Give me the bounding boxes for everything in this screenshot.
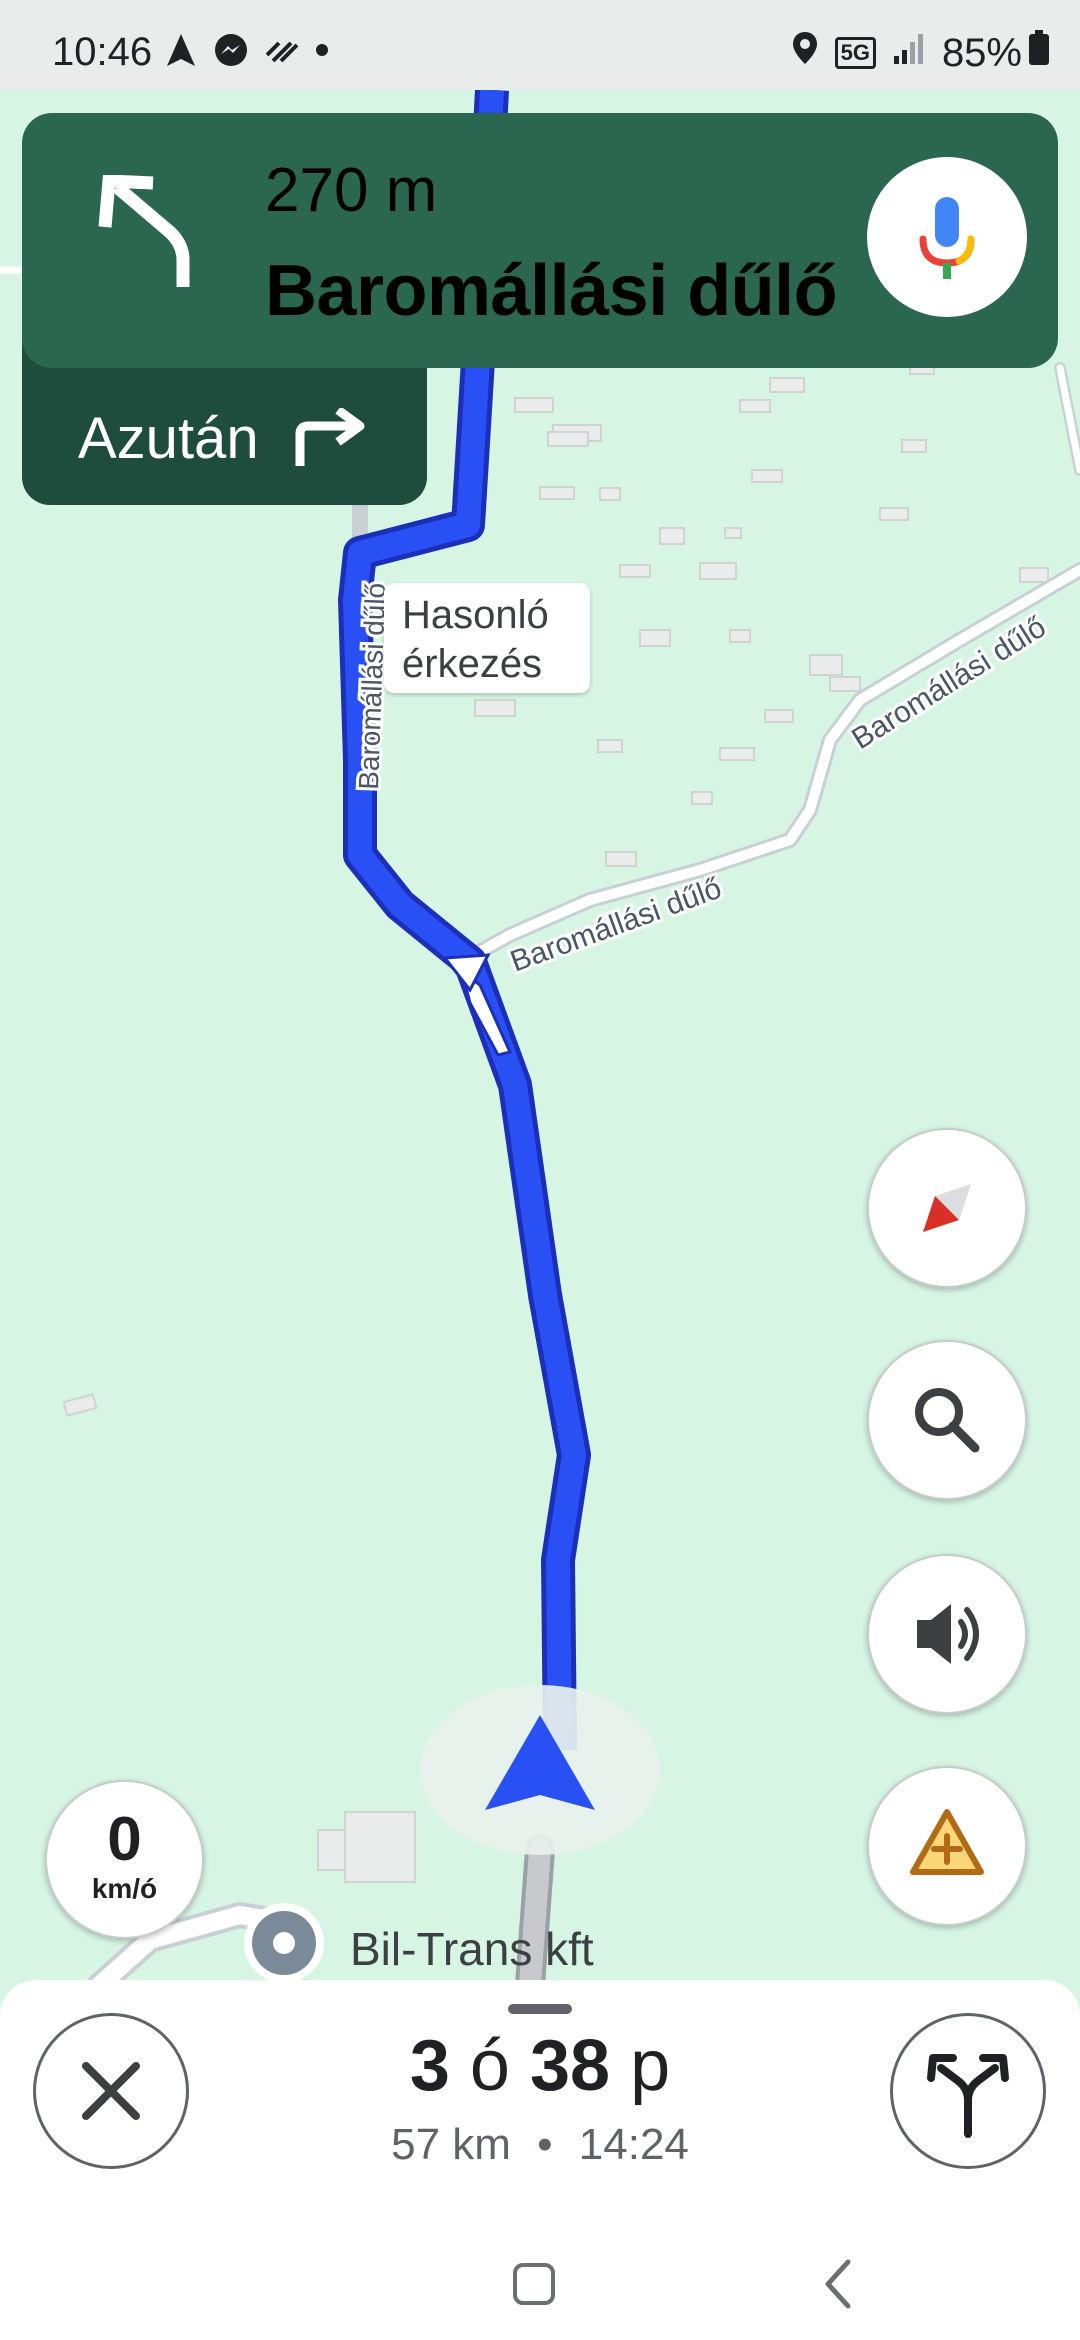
status-bar: 10:46 5G 85% xyxy=(0,0,1080,90)
location-icon xyxy=(791,30,819,76)
sheet-handle[interactable] xyxy=(508,2004,572,2014)
alternate-routes-icon xyxy=(927,2054,1009,2138)
speed-value: 0 xyxy=(107,1805,142,1874)
duration-minutes-unit: p xyxy=(630,2026,671,2106)
destination-label[interactable]: Bil-Trans kft xyxy=(350,1922,594,1976)
voice-search-button[interactable] xyxy=(867,157,1027,317)
then-label: Azután xyxy=(78,406,259,471)
home-square-icon[interactable] xyxy=(510,2260,558,2308)
turn-right-icon xyxy=(290,406,370,475)
search-icon xyxy=(915,1388,980,1453)
duration-minutes: 38 xyxy=(529,2026,611,2106)
trip-distance: 57 km xyxy=(391,2120,511,2169)
duration-hours: 3 xyxy=(409,2026,450,2106)
similar-arrival-line1: Hasonló xyxy=(402,593,549,637)
sound-button[interactable] xyxy=(867,1554,1027,1714)
microphone-icon xyxy=(919,197,975,279)
arrival-time: 14:24 xyxy=(578,2120,689,2169)
battery-percent: 85% xyxy=(941,30,1022,75)
messenger-icon xyxy=(213,32,249,73)
add-report-button[interactable] xyxy=(867,1766,1027,1926)
meta-separator: • xyxy=(537,2120,553,2169)
speed-unit: km/ó xyxy=(91,1873,158,1904)
navigation-icon xyxy=(165,32,197,73)
alternate-routes-button[interactable] xyxy=(890,2013,1046,2169)
dot-icon xyxy=(315,43,329,62)
signal-icon xyxy=(892,31,926,76)
similar-arrival-label[interactable]: Hasonló érkezés xyxy=(384,583,590,693)
status-time: 10:46 xyxy=(52,30,153,74)
back-chevron-icon[interactable] xyxy=(818,2258,858,2310)
destination-marker[interactable] xyxy=(244,1903,324,1983)
speedometer: 0 km/ó xyxy=(45,1780,204,1939)
wifi-calling-icon xyxy=(265,35,299,70)
battery-icon xyxy=(1028,30,1050,76)
maneuver-street: Baromállási dűlő xyxy=(265,251,838,331)
add-report-icon xyxy=(910,1809,984,1875)
compass-icon xyxy=(923,1184,971,1232)
current-location-puck xyxy=(420,1685,660,1855)
system-navigation-bar xyxy=(0,2230,1080,2340)
similar-arrival-line2: érkezés xyxy=(402,642,543,686)
search-button[interactable] xyxy=(867,1340,1027,1500)
network-5g-icon: 5G xyxy=(834,37,876,69)
turn-slight-left-icon xyxy=(95,174,205,300)
duration-hours-unit: ó xyxy=(469,2026,510,2106)
compass-button[interactable] xyxy=(867,1128,1027,1288)
maneuver-distance: 270 m xyxy=(265,156,438,225)
volume-icon xyxy=(917,1604,979,1664)
